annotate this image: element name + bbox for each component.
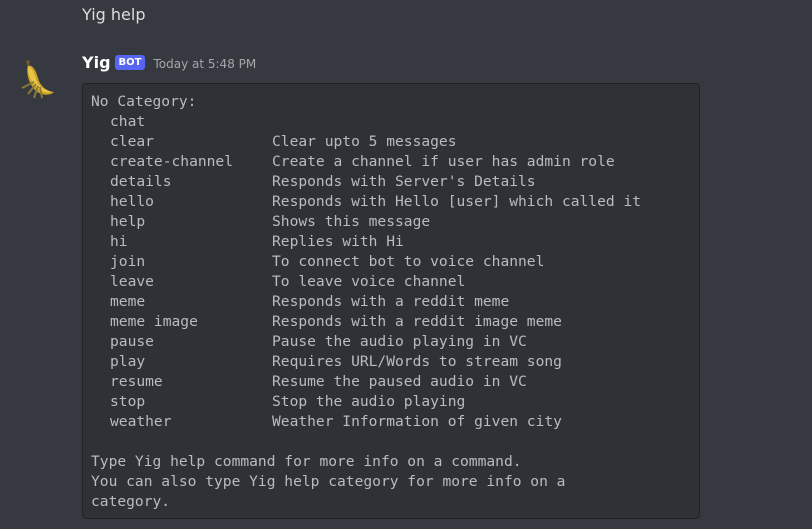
command-description: Replies with Hi bbox=[272, 233, 404, 250]
message-header: Yig BOT Today at 5:48 PM bbox=[82, 52, 256, 74]
command-row: hi Replies with Hi bbox=[91, 232, 699, 252]
command-name: stop bbox=[110, 393, 146, 410]
command-description: Resume the paused audio in VC bbox=[272, 373, 527, 390]
command-row: meme Responds with a reddit meme bbox=[91, 292, 699, 312]
command-row: meme image Responds with a reddit image m… bbox=[91, 312, 699, 332]
command-name: leave bbox=[110, 273, 154, 290]
command-row: join To connect bot to voice channel bbox=[91, 252, 699, 272]
command-row: chat bbox=[91, 112, 699, 132]
command-description: Weather Information of given city bbox=[272, 413, 562, 430]
command-name: hello bbox=[110, 193, 154, 210]
banana-avatar-icon[interactable] bbox=[14, 54, 62, 102]
command-list: chat clear Clear upto 5 messages create-cha… bbox=[91, 112, 699, 432]
command-name: help bbox=[110, 213, 146, 230]
footer-line-1: Type Yig help command for more info on a… bbox=[91, 453, 522, 470]
command-name: weather bbox=[110, 413, 172, 430]
footer-line-2: You can also type Yig help category for … bbox=[91, 473, 566, 490]
command-row: weather Weather Information of given city bbox=[91, 412, 699, 432]
command-description: Pause the audio playing in VC bbox=[272, 333, 527, 350]
command-row: help Shows this message bbox=[91, 212, 699, 232]
command-description: Responds with a reddit image meme bbox=[272, 313, 562, 330]
command-description: Responds with a reddit meme bbox=[272, 293, 510, 310]
command-name: resume bbox=[110, 373, 163, 390]
command-description: Requires URL/Words to stream song bbox=[272, 353, 562, 370]
previous-message-text: Yig help bbox=[82, 5, 146, 24]
bot-tag-badge: BOT bbox=[114, 54, 146, 70]
footer-line-3: category. bbox=[91, 493, 171, 510]
author-name[interactable]: Yig bbox=[82, 52, 111, 74]
command-row: leave To leave voice channel bbox=[91, 272, 699, 292]
command-description: Clear upto 5 messages bbox=[272, 133, 457, 150]
category-title: No Category: bbox=[91, 93, 197, 110]
command-row: create-channel Create a channel if user h… bbox=[91, 152, 699, 172]
command-description: Stop the audio playing bbox=[272, 393, 466, 410]
command-name: meme bbox=[110, 293, 146, 310]
command-name: create-channel bbox=[110, 153, 234, 170]
command-description: Shows this message bbox=[272, 213, 431, 230]
command-row: hello Responds with Hello [user] which ca… bbox=[91, 192, 699, 212]
command-row: play Requires URL/Words to stream song bbox=[91, 352, 699, 372]
command-description: To connect bot to voice channel bbox=[272, 253, 545, 270]
command-row: stop Stop the audio playing bbox=[91, 392, 699, 412]
command-row: details Responds with Server's Details bbox=[91, 172, 699, 192]
command-description: Responds with Hello [user] which called … bbox=[272, 193, 642, 210]
command-row: clear Clear upto 5 messages bbox=[91, 132, 699, 152]
command-name: meme image bbox=[110, 313, 198, 330]
command-name: clear bbox=[110, 133, 154, 150]
command-row: pause Pause the audio playing in VC bbox=[91, 332, 699, 352]
banana-avatar-graphic bbox=[14, 54, 62, 102]
command-name: chat bbox=[110, 113, 146, 130]
command-name: hi bbox=[110, 233, 128, 250]
command-name: join bbox=[110, 253, 146, 270]
message-timestamp[interactable]: Today at 5:48 PM bbox=[153, 53, 256, 75]
command-name: details bbox=[110, 173, 172, 190]
command-name: play bbox=[110, 353, 146, 370]
help-codeblock: No Category: chat clear Clear upto 5 messa… bbox=[82, 83, 700, 519]
command-description: To leave voice channel bbox=[272, 273, 466, 290]
command-description: Responds with Server's Details bbox=[272, 173, 536, 190]
command-row: resume Resume the paused audio in VC bbox=[91, 372, 699, 392]
command-name: pause bbox=[110, 333, 154, 350]
command-description: Create a channel if user has admin role bbox=[272, 153, 615, 170]
